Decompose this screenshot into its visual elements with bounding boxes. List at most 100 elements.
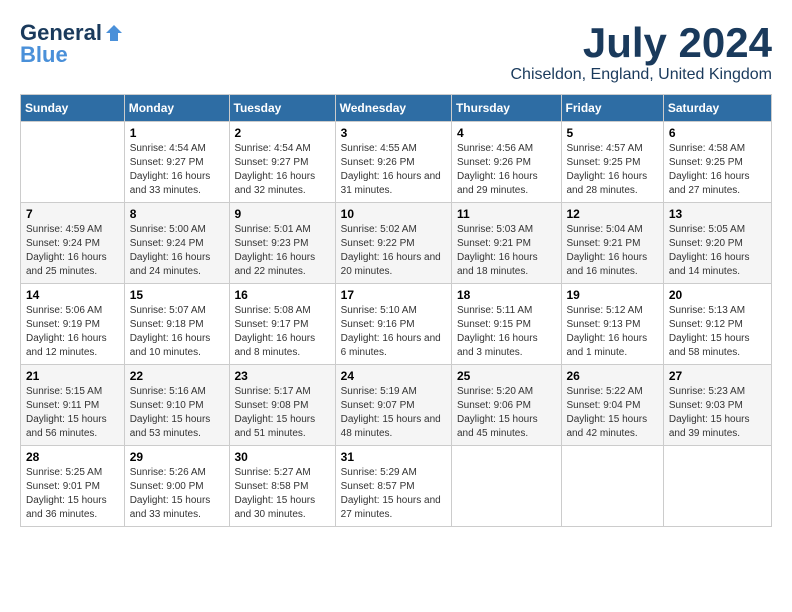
logo-blue: Blue — [20, 42, 68, 68]
day-info: Sunrise: 4:54 AM Sunset: 9:27 PM Dayligh… — [235, 142, 330, 198]
sunset-text: Sunset: 9:24 PM — [130, 238, 204, 249]
sunset-text: Sunset: 9:21 PM — [457, 238, 531, 249]
calendar-week-row: 14 Sunrise: 5:06 AM Sunset: 9:19 PM Dayl… — [21, 284, 772, 365]
sunrise-text: Sunrise: 4:57 AM — [567, 143, 643, 154]
calendar-week-row: 7 Sunrise: 4:59 AM Sunset: 9:24 PM Dayli… — [21, 203, 772, 284]
daylight-text: Daylight: 16 hours and 31 minutes. — [341, 171, 441, 196]
calendar-cell: 25 Sunrise: 5:20 AM Sunset: 9:06 PM Dayl… — [451, 365, 561, 446]
day-number: 11 — [457, 207, 556, 221]
daylight-text: Daylight: 16 hours and 22 minutes. — [235, 252, 316, 277]
day-info: Sunrise: 5:23 AM Sunset: 9:03 PM Dayligh… — [669, 385, 766, 441]
day-number: 19 — [567, 288, 658, 302]
sunrise-text: Sunrise: 5:20 AM — [457, 386, 533, 397]
calendar-cell: 8 Sunrise: 5:00 AM Sunset: 9:24 PM Dayli… — [124, 203, 229, 284]
calendar-cell: 12 Sunrise: 5:04 AM Sunset: 9:21 PM Dayl… — [561, 203, 663, 284]
daylight-text: Daylight: 16 hours and 16 minutes. — [567, 252, 648, 277]
day-info: Sunrise: 5:11 AM Sunset: 9:15 PM Dayligh… — [457, 304, 556, 360]
day-info: Sunrise: 4:55 AM Sunset: 9:26 PM Dayligh… — [341, 142, 446, 198]
daylight-text: Daylight: 15 hours and 56 minutes. — [26, 414, 107, 439]
sunset-text: Sunset: 9:18 PM — [130, 319, 204, 330]
day-info: Sunrise: 4:56 AM Sunset: 9:26 PM Dayligh… — [457, 142, 556, 198]
col-header-wednesday: Wednesday — [335, 95, 451, 122]
day-info: Sunrise: 5:06 AM Sunset: 9:19 PM Dayligh… — [26, 304, 119, 360]
sunrise-text: Sunrise: 5:16 AM — [130, 386, 206, 397]
logo-icon — [104, 23, 124, 43]
day-info: Sunrise: 5:15 AM Sunset: 9:11 PM Dayligh… — [26, 385, 119, 441]
daylight-text: Daylight: 16 hours and 6 minutes. — [341, 333, 441, 358]
sunset-text: Sunset: 9:21 PM — [567, 238, 641, 249]
day-info: Sunrise: 5:08 AM Sunset: 9:17 PM Dayligh… — [235, 304, 330, 360]
daylight-text: Daylight: 16 hours and 25 minutes. — [26, 252, 107, 277]
sunrise-text: Sunrise: 5:02 AM — [341, 224, 417, 235]
sunset-text: Sunset: 9:04 PM — [567, 400, 641, 411]
calendar-cell: 24 Sunrise: 5:19 AM Sunset: 9:07 PM Dayl… — [335, 365, 451, 446]
col-header-monday: Monday — [124, 95, 229, 122]
day-info: Sunrise: 5:17 AM Sunset: 9:08 PM Dayligh… — [235, 385, 330, 441]
sunset-text: Sunset: 9:12 PM — [669, 319, 743, 330]
sunset-text: Sunset: 9:20 PM — [669, 238, 743, 249]
sunrise-text: Sunrise: 5:29 AM — [341, 467, 417, 478]
daylight-text: Daylight: 15 hours and 36 minutes. — [26, 495, 107, 520]
day-number: 27 — [669, 369, 766, 383]
day-number: 9 — [235, 207, 330, 221]
day-info: Sunrise: 5:07 AM Sunset: 9:18 PM Dayligh… — [130, 304, 224, 360]
sunrise-text: Sunrise: 4:59 AM — [26, 224, 102, 235]
daylight-text: Daylight: 16 hours and 18 minutes. — [457, 252, 538, 277]
day-number: 18 — [457, 288, 556, 302]
day-info: Sunrise: 5:00 AM Sunset: 9:24 PM Dayligh… — [130, 223, 224, 279]
day-info: Sunrise: 5:26 AM Sunset: 9:00 PM Dayligh… — [130, 466, 224, 522]
day-number: 3 — [341, 126, 446, 140]
day-number: 12 — [567, 207, 658, 221]
calendar-cell: 5 Sunrise: 4:57 AM Sunset: 9:25 PM Dayli… — [561, 122, 663, 203]
sunset-text: Sunset: 9:10 PM — [130, 400, 204, 411]
calendar-week-row: 28 Sunrise: 5:25 AM Sunset: 9:01 PM Dayl… — [21, 446, 772, 527]
calendar-cell — [663, 446, 771, 527]
daylight-text: Daylight: 15 hours and 51 minutes. — [235, 414, 316, 439]
day-number: 5 — [567, 126, 658, 140]
calendar-cell: 7 Sunrise: 4:59 AM Sunset: 9:24 PM Dayli… — [21, 203, 125, 284]
day-number: 22 — [130, 369, 224, 383]
day-number: 28 — [26, 450, 119, 464]
daylight-text: Daylight: 16 hours and 12 minutes. — [26, 333, 107, 358]
sunset-text: Sunset: 9:03 PM — [669, 400, 743, 411]
sunset-text: Sunset: 9:23 PM — [235, 238, 309, 249]
day-number: 10 — [341, 207, 446, 221]
sunset-text: Sunset: 9:13 PM — [567, 319, 641, 330]
day-info: Sunrise: 5:10 AM Sunset: 9:16 PM Dayligh… — [341, 304, 446, 360]
day-number: 13 — [669, 207, 766, 221]
daylight-text: Daylight: 15 hours and 33 minutes. — [130, 495, 211, 520]
calendar-cell: 15 Sunrise: 5:07 AM Sunset: 9:18 PM Dayl… — [124, 284, 229, 365]
daylight-text: Daylight: 16 hours and 1 minute. — [567, 333, 648, 358]
day-info: Sunrise: 5:12 AM Sunset: 9:13 PM Dayligh… — [567, 304, 658, 360]
sunrise-text: Sunrise: 4:54 AM — [235, 143, 311, 154]
calendar-cell: 21 Sunrise: 5:15 AM Sunset: 9:11 PM Dayl… — [21, 365, 125, 446]
daylight-text: Daylight: 16 hours and 3 minutes. — [457, 333, 538, 358]
calendar-cell: 6 Sunrise: 4:58 AM Sunset: 9:25 PM Dayli… — [663, 122, 771, 203]
sunrise-text: Sunrise: 5:03 AM — [457, 224, 533, 235]
col-header-tuesday: Tuesday — [229, 95, 335, 122]
sunrise-text: Sunrise: 5:10 AM — [341, 305, 417, 316]
sunset-text: Sunset: 9:16 PM — [341, 319, 415, 330]
sunset-text: Sunset: 9:19 PM — [26, 319, 100, 330]
sunrise-text: Sunrise: 4:56 AM — [457, 143, 533, 154]
day-number: 23 — [235, 369, 330, 383]
day-number: 15 — [130, 288, 224, 302]
daylight-text: Daylight: 16 hours and 28 minutes. — [567, 171, 648, 196]
day-info: Sunrise: 5:13 AM Sunset: 9:12 PM Dayligh… — [669, 304, 766, 360]
sunrise-text: Sunrise: 5:15 AM — [26, 386, 102, 397]
daylight-text: Daylight: 16 hours and 8 minutes. — [235, 333, 316, 358]
day-number: 25 — [457, 369, 556, 383]
sunset-text: Sunset: 9:01 PM — [26, 481, 100, 492]
daylight-text: Daylight: 15 hours and 42 minutes. — [567, 414, 648, 439]
sunrise-text: Sunrise: 5:05 AM — [669, 224, 745, 235]
calendar-cell: 1 Sunrise: 4:54 AM Sunset: 9:27 PM Dayli… — [124, 122, 229, 203]
calendar-cell: 14 Sunrise: 5:06 AM Sunset: 9:19 PM Dayl… — [21, 284, 125, 365]
daylight-text: Daylight: 15 hours and 30 minutes. — [235, 495, 316, 520]
daylight-text: Daylight: 16 hours and 20 minutes. — [341, 252, 441, 277]
day-info: Sunrise: 4:59 AM Sunset: 9:24 PM Dayligh… — [26, 223, 119, 279]
day-info: Sunrise: 5:05 AM Sunset: 9:20 PM Dayligh… — [669, 223, 766, 279]
day-number: 2 — [235, 126, 330, 140]
sunset-text: Sunset: 8:57 PM — [341, 481, 415, 492]
sunset-text: Sunset: 9:08 PM — [235, 400, 309, 411]
calendar-cell: 30 Sunrise: 5:27 AM Sunset: 8:58 PM Dayl… — [229, 446, 335, 527]
